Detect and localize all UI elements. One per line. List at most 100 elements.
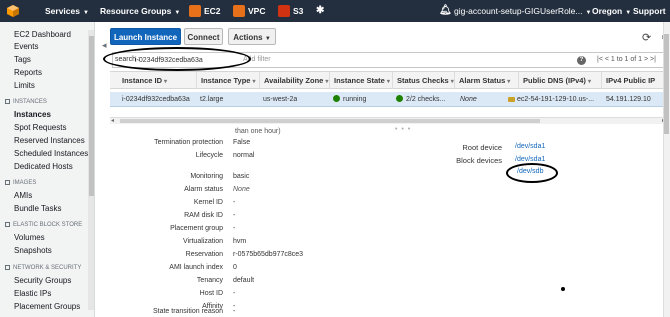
sidebar-item-security-groups[interactable]: Security Groups xyxy=(14,276,71,285)
services-label: Services xyxy=(45,6,80,16)
sidebar-item-limits[interactable]: Limits xyxy=(14,81,35,90)
root-device-link[interactable]: /dev/sda1 xyxy=(515,143,545,150)
column-header[interactable]: Public DNS (IPv4) ▾ xyxy=(518,72,591,89)
sidebar-item-ec2-dashboard[interactable]: EC2 Dashboard xyxy=(14,30,71,39)
cell-alarm-status: None xyxy=(460,96,477,103)
column-header[interactable]: IPv4 Public IP xyxy=(601,72,655,89)
detail-label: Termination protection xyxy=(154,139,223,146)
horizontal-scrollbar-thumb[interactable] xyxy=(120,119,540,123)
sort-icon: ▾ xyxy=(386,79,390,85)
connect-button[interactable]: Connect xyxy=(184,28,223,45)
table-row[interactable]: i-0234df932cedba63a t2.large us-west-2a … xyxy=(110,92,670,107)
search-filter-bar[interactable]: search : i-0234df932cedba63a Add filter … xyxy=(112,52,667,68)
sidebar-item-placement-groups[interactable]: Placement Groups xyxy=(14,302,80,311)
pane-resize-handle[interactable]: • • • xyxy=(395,126,411,133)
cell-public-ip: 54.191.129.10 xyxy=(606,96,651,103)
refresh-icon[interactable]: ⟳ xyxy=(642,31,651,44)
block-devices-label: Block devices xyxy=(456,156,502,165)
detail-value: basic xyxy=(233,173,250,180)
detail-value: False xyxy=(233,139,251,146)
sidebar-item-reserved-instances[interactable]: Reserved Instances xyxy=(14,136,85,145)
sort-icon: ▾ xyxy=(507,79,511,85)
sidebar-item-events[interactable]: Events xyxy=(14,42,38,51)
sidebar-item-bundle-tasks[interactable]: Bundle Tasks xyxy=(14,204,61,213)
block-device-link[interactable]: /dev/sda1 xyxy=(515,156,545,163)
launch-instance-button[interactable]: Launch Instance xyxy=(110,28,181,45)
search-token[interactable]: i-0234df932cedba63a xyxy=(135,55,203,66)
pin-icon[interactable]: ✱ xyxy=(316,0,324,22)
support-label: Support xyxy=(633,6,666,16)
s3-shortcut[interactable]: S3 xyxy=(278,0,303,22)
support-menu[interactable]: Support▼ xyxy=(633,0,670,22)
section-images[interactable]: IMAGES xyxy=(5,180,36,186)
detail-label: Virtualization xyxy=(183,238,223,245)
column-header[interactable]: Instance ID ▾ xyxy=(118,72,167,89)
sidebar-item-spot-requests[interactable]: Spot Requests xyxy=(14,123,66,132)
section-network-security[interactable]: NETWORK & SECURITY xyxy=(5,265,81,271)
actions-button[interactable]: Actions ▼ xyxy=(228,28,276,45)
detail-label: Host ID xyxy=(199,290,223,297)
cell-az: us-west-2a xyxy=(263,96,298,103)
detail-value: - xyxy=(233,290,236,297)
vpc-label: VPC xyxy=(248,6,266,16)
detail-value: None xyxy=(233,186,250,193)
detail-label: Lifecycle xyxy=(195,152,223,159)
sidebar-item-snapshots[interactable]: Snapshots xyxy=(14,246,52,255)
last-page-icon[interactable]: >| xyxy=(650,56,656,63)
column-header[interactable]: Instance Type ▾ xyxy=(196,72,255,89)
column-header[interactable]: Instance State ▾ xyxy=(329,72,390,89)
aws-logo[interactable] xyxy=(6,0,20,22)
detail-value: hvm xyxy=(233,238,247,245)
detail-label: Tenancy xyxy=(196,277,223,284)
vertical-scrollbar-thumb[interactable] xyxy=(664,34,669,134)
resource-groups-menu[interactable]: Resource Groups ▼ xyxy=(100,0,180,22)
detail-label: State transition reason xyxy=(152,308,223,315)
pager-text: 1 to 1 of 1 xyxy=(610,56,643,63)
sidebar-item-reports[interactable]: Reports xyxy=(14,68,42,77)
help-icon[interactable]: ? xyxy=(577,56,586,65)
cell-instance-type: t2.large xyxy=(200,96,224,103)
sidebar-item-elastic-ips[interactable]: Elastic IPs xyxy=(14,289,51,298)
sidebar-item-volumes[interactable]: Volumes xyxy=(14,233,45,242)
column-header[interactable]: Availability Zone ▾ xyxy=(259,72,328,89)
services-menu[interactable]: Services ▼ xyxy=(45,0,89,22)
cell-instance-id: i-0234df932cedba63a xyxy=(122,96,190,103)
collapse-square-icon xyxy=(5,265,10,270)
running-status-icon xyxy=(333,94,340,102)
collapse-sidebar-icon[interactable]: ◂ xyxy=(102,40,107,51)
bell-icon[interactable]: 🔔︎ xyxy=(439,0,452,22)
sidebar-item-amis[interactable]: AMIs xyxy=(14,191,32,200)
column-header[interactable]: Status Checks ▾ xyxy=(392,72,454,89)
table-header: Instance ID ▾ Instance Type ▾ Availability… xyxy=(110,71,670,89)
sort-icon: ▾ xyxy=(252,79,256,85)
search-input[interactable]: Add filter xyxy=(243,56,271,63)
section-ebs[interactable]: ELASTIC BLOCK STORE xyxy=(5,222,82,228)
key-icon xyxy=(508,96,515,102)
horizontal-scrollbar[interactable]: ◂ ▸ xyxy=(110,117,670,124)
region-menu[interactable]: Oregon ▼ xyxy=(592,0,631,22)
sidebar-item-dedicated-hosts[interactable]: Dedicated Hosts xyxy=(14,162,73,171)
sidebar: EC2 Dashboard Events Tags Reports Limits… xyxy=(0,22,95,317)
sidebar-scrollbar-thumb[interactable] xyxy=(89,36,94,196)
sidebar-item-tags[interactable]: Tags xyxy=(14,55,31,64)
section-instances[interactable]: INSTANCES xyxy=(5,99,47,105)
account-label: gig-account-setup-GIGUserRole... xyxy=(454,6,583,16)
actions-label: Actions xyxy=(233,33,263,42)
prev-page-icon[interactable]: < xyxy=(605,56,609,63)
column-header[interactable]: Alarm Status ▾ xyxy=(454,72,510,89)
detail-label: Reservation xyxy=(185,251,223,258)
ec2-icon xyxy=(189,4,201,17)
detail-value: r-0575b65db977c8ce3 xyxy=(233,251,304,258)
block-device-link[interactable]: /dev/sdb xyxy=(517,168,543,175)
scroll-left-icon[interactable]: ◂ xyxy=(111,117,114,124)
account-menu[interactable]: gig-account-setup-GIGUserRole... ▼ xyxy=(454,0,591,22)
sidebar-item-scheduled-instances[interactable]: Scheduled Instances xyxy=(14,149,88,158)
sidebar-item-instances[interactable]: Instances xyxy=(14,110,51,119)
ec2-shortcut[interactable]: EC2 xyxy=(189,0,221,22)
next-page-icon[interactable]: > xyxy=(644,56,648,63)
vpc-shortcut[interactable]: VPC xyxy=(233,0,265,22)
ec2-label: EC2 xyxy=(204,6,221,16)
collapse-square-icon xyxy=(5,222,10,227)
s3-icon xyxy=(278,4,290,17)
first-page-icon[interactable]: |< xyxy=(597,56,603,63)
